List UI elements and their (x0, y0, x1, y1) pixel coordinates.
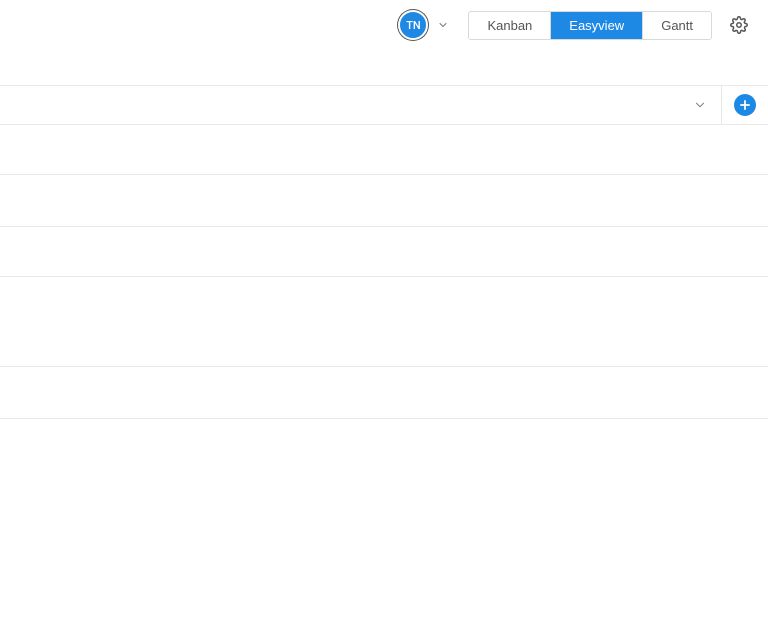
user-avatar-group[interactable]: TN (398, 10, 450, 40)
view-gantt-button[interactable]: Gantt (643, 12, 711, 39)
expand-toggle[interactable] (679, 86, 722, 124)
list-row[interactable] (0, 125, 768, 175)
add-button[interactable] (734, 94, 756, 116)
avatar-initials: TN (406, 19, 421, 32)
list-row[interactable] (0, 175, 768, 227)
list-row[interactable] (0, 367, 768, 419)
filter-toolbar (0, 85, 768, 125)
view-easyview-button[interactable]: Easyview (551, 12, 643, 39)
settings-button[interactable] (730, 16, 748, 34)
plus-icon (738, 98, 752, 112)
toolbar-actions (679, 86, 756, 124)
chevron-down-icon (693, 98, 707, 112)
gear-icon (730, 16, 748, 34)
user-avatar[interactable]: TN (398, 10, 428, 40)
view-switcher: Kanban Easyview Gantt (468, 11, 712, 40)
list-row[interactable] (0, 277, 768, 367)
header-spacer (0, 50, 768, 85)
chevron-down-icon[interactable] (436, 18, 450, 32)
view-kanban-button[interactable]: Kanban (469, 12, 551, 39)
list-row[interactable] (0, 227, 768, 277)
app-header: TN Kanban Easyview Gantt (0, 0, 768, 50)
